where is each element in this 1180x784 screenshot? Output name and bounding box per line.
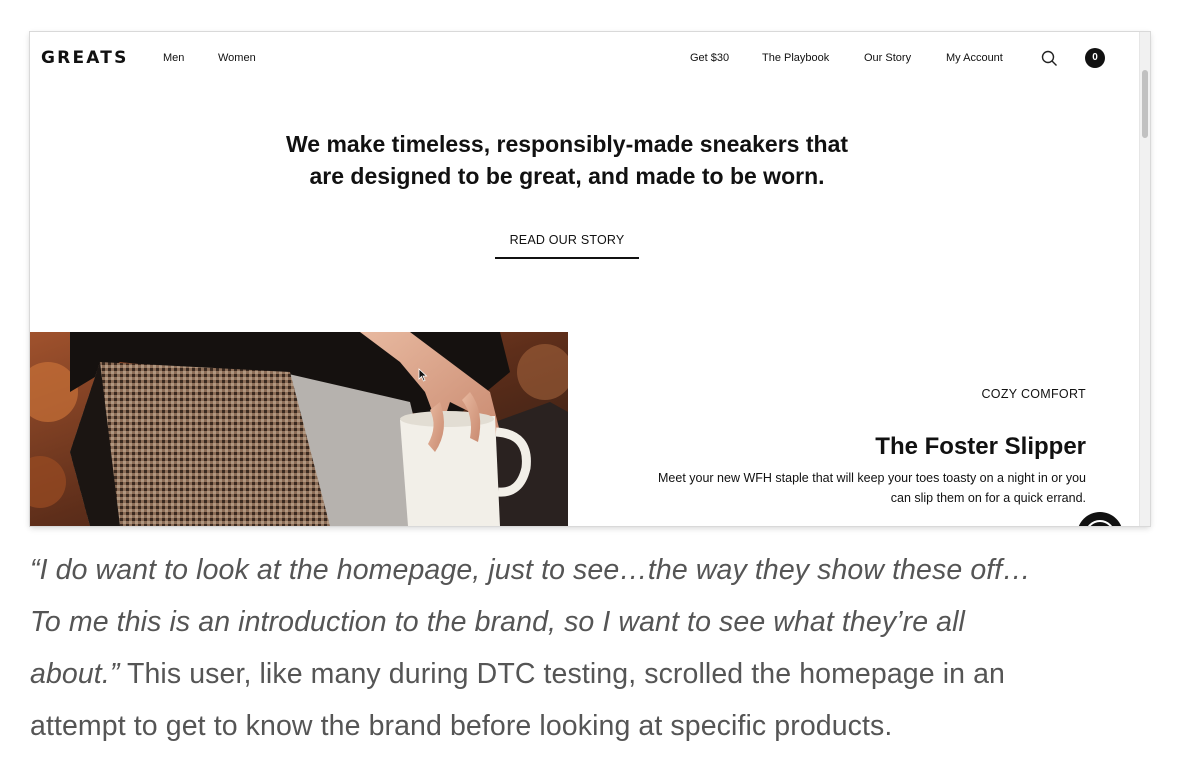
article-line-3-rest: This user, like many during DTC testing,…	[119, 658, 1006, 690]
hero-line-1: We make timeless, responsibly-made sneak…	[285, 131, 849, 157]
nav-link-get-30[interactable]: Get $30	[690, 52, 729, 64]
nav-link-playbook[interactable]: The Playbook	[762, 52, 829, 64]
mouse-cursor-icon	[418, 368, 428, 382]
nav-link-our-story[interactable]: Our Story	[864, 52, 911, 64]
cart-count-badge[interactable]: 0	[1085, 48, 1105, 68]
page-scrollbar[interactable]	[1139, 32, 1150, 526]
feature-title[interactable]: The Foster Slipper	[620, 433, 1086, 461]
site-logo[interactable]: GREATS	[41, 48, 129, 68]
mug-photo-illustration	[30, 332, 568, 526]
article-line-4: attempt to get to know the brand before …	[30, 710, 893, 742]
greats-homepage: GREATS Men Women Get $30 The Playbook Ou…	[30, 32, 1140, 526]
quote-line-1: “I do want to look at the homepage, just…	[30, 554, 1031, 586]
nav-link-my-account[interactable]: My Account	[946, 52, 1003, 64]
chat-icon-ring	[1085, 520, 1115, 526]
nav-link-men[interactable]: Men	[163, 52, 184, 64]
feature-desc-line-2: can slip them on for a quick errand.	[890, 490, 1086, 505]
feature-eyebrow: COZY COMFORT	[981, 387, 1086, 401]
search-icon[interactable]	[1041, 50, 1058, 67]
top-navigation: GREATS Men Women Get $30 The Playbook Ou…	[30, 32, 1140, 84]
scrollbar-thumb[interactable]	[1142, 70, 1148, 138]
hero-line-2: are designed to be great, and made to be…	[309, 163, 825, 189]
feature-desc-line-1: Meet your new WFH staple that will keep …	[658, 471, 1086, 485]
article-line-3: about.” This user, like many during DTC …	[30, 648, 1140, 700]
article-paragraph: “I do want to look at the homepage, just…	[30, 544, 1140, 752]
feature-copy: COZY COMFORT The Foster Slipper Meet you…	[620, 387, 1086, 508]
quote-line-2: To me this is an introduction to the bra…	[30, 606, 965, 638]
website-screenshot: GREATS Men Women Get $30 The Playbook Ou…	[30, 32, 1150, 526]
hero-heading: We make timeless, responsibly-made sneak…	[250, 128, 884, 192]
feature-photo[interactable]	[30, 332, 568, 526]
chat-icon[interactable]	[1077, 512, 1123, 526]
nav-link-women[interactable]: Women	[218, 52, 256, 64]
quote-line-3: about.”	[30, 658, 120, 690]
feature-description: Meet your new WFH staple that will keep …	[620, 469, 1086, 508]
read-our-story-link[interactable]: READ OUR STORY	[495, 233, 639, 259]
